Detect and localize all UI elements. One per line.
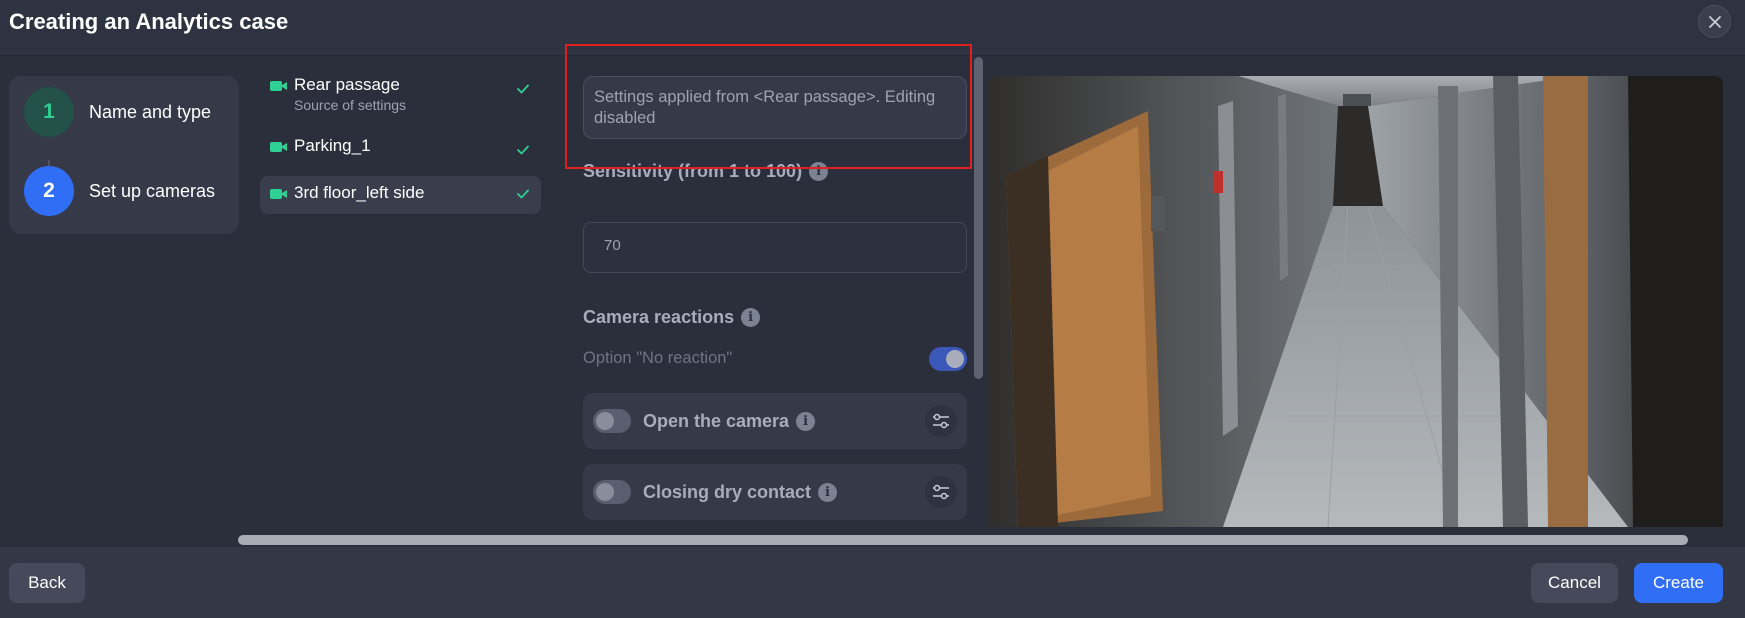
reaction-label: Closing dry contact <box>643 481 812 502</box>
check-icon <box>517 189 529 199</box>
camera-name: 3rd floor_left side <box>294 183 425 202</box>
settings-notice: Settings applied from <Rear passage>. Ed… <box>583 76 967 139</box>
wizard-steps: 1 Name and type 2 Set up cameras <box>9 76 239 234</box>
camera-name: Parking_1 <box>294 136 371 155</box>
sensitivity-heading: Sensitivity (from 1 to 100) i <box>583 161 829 182</box>
step-label: Set up cameras <box>89 180 216 201</box>
closing-dry-contact-toggle[interactable] <box>593 480 631 504</box>
info-icon[interactable]: i <box>741 308 761 327</box>
camera-icon <box>270 189 287 199</box>
step-name-and-type[interactable]: 1 Name and type <box>24 87 211 137</box>
camera-item-parking-1[interactable]: Parking_1 <box>260 135 541 167</box>
cancel-button[interactable]: Cancel <box>1531 563 1618 603</box>
create-button[interactable]: Create <box>1634 563 1723 603</box>
reaction-settings-button[interactable] <box>925 476 957 508</box>
check-icon <box>517 145 529 155</box>
no-reaction-toggle[interactable] <box>929 347 967 371</box>
sliders-icon <box>933 484 949 500</box>
reaction-open-camera: Open the camera i <box>583 393 967 449</box>
horizontal-scrollbar[interactable] <box>238 535 1688 545</box>
camera-icon <box>270 142 287 152</box>
step-label: Name and type <box>89 101 212 122</box>
corridor-image <box>988 76 1723 527</box>
check-icon <box>517 84 529 94</box>
back-button[interactable]: Back <box>9 563 85 603</box>
no-reaction-label: Option "No reaction" <box>583 349 733 367</box>
dialog-footer: Back Cancel Create <box>0 547 1745 618</box>
step-number: 2 <box>24 166 74 216</box>
sensitivity-input[interactable]: 70 <box>583 222 967 273</box>
no-reaction-row: Option "No reaction" <box>583 347 967 373</box>
info-icon[interactable]: i <box>796 411 816 431</box>
step-set-up-cameras[interactable]: 2 Set up cameras <box>24 166 215 216</box>
dialog-header: Creating an Analytics case <box>0 0 1745 56</box>
scrollbar-thumb[interactable] <box>238 535 1688 545</box>
sensitivity-label: Sensitivity (from 1 to 100) <box>583 161 803 181</box>
camera-item-3rd-floor-left-side[interactable]: 3rd floor_left side <box>260 176 541 214</box>
camera-subtitle: Source of settings <box>294 97 407 113</box>
camera-reactions-label: Camera reactions <box>583 307 735 327</box>
dialog-body: 1 Name and type 2 Set up cameras Rear pa… <box>0 57 1745 547</box>
scrollbar-thumb[interactable] <box>974 57 983 379</box>
info-icon[interactable]: i <box>818 482 838 502</box>
camera-name: Rear passage <box>294 75 400 94</box>
camera-item-rear-passage[interactable]: Rear passage Source of settings <box>260 74 541 120</box>
open-camera-toggle[interactable] <box>593 409 631 433</box>
camera-icon <box>270 81 287 91</box>
close-icon <box>1708 15 1721 28</box>
close-button[interactable] <box>1698 5 1731 38</box>
info-icon[interactable]: i <box>809 162 829 181</box>
camera-preview <box>988 76 1723 527</box>
reaction-label: Open the camera <box>643 410 790 431</box>
camera-reactions-heading: Camera reactions i <box>583 307 761 328</box>
dialog-title: Creating an Analytics case <box>9 9 289 34</box>
sliders-icon <box>933 413 949 429</box>
reaction-settings-button[interactable] <box>925 405 957 437</box>
camera-settings-panel: Settings applied from <Rear passage>. Ed… <box>562 57 977 527</box>
reaction-closing-dry-contact: Closing dry contact i <box>583 464 967 520</box>
settings-scrollbar[interactable] <box>974 57 983 527</box>
step-number: 1 <box>24 87 74 137</box>
